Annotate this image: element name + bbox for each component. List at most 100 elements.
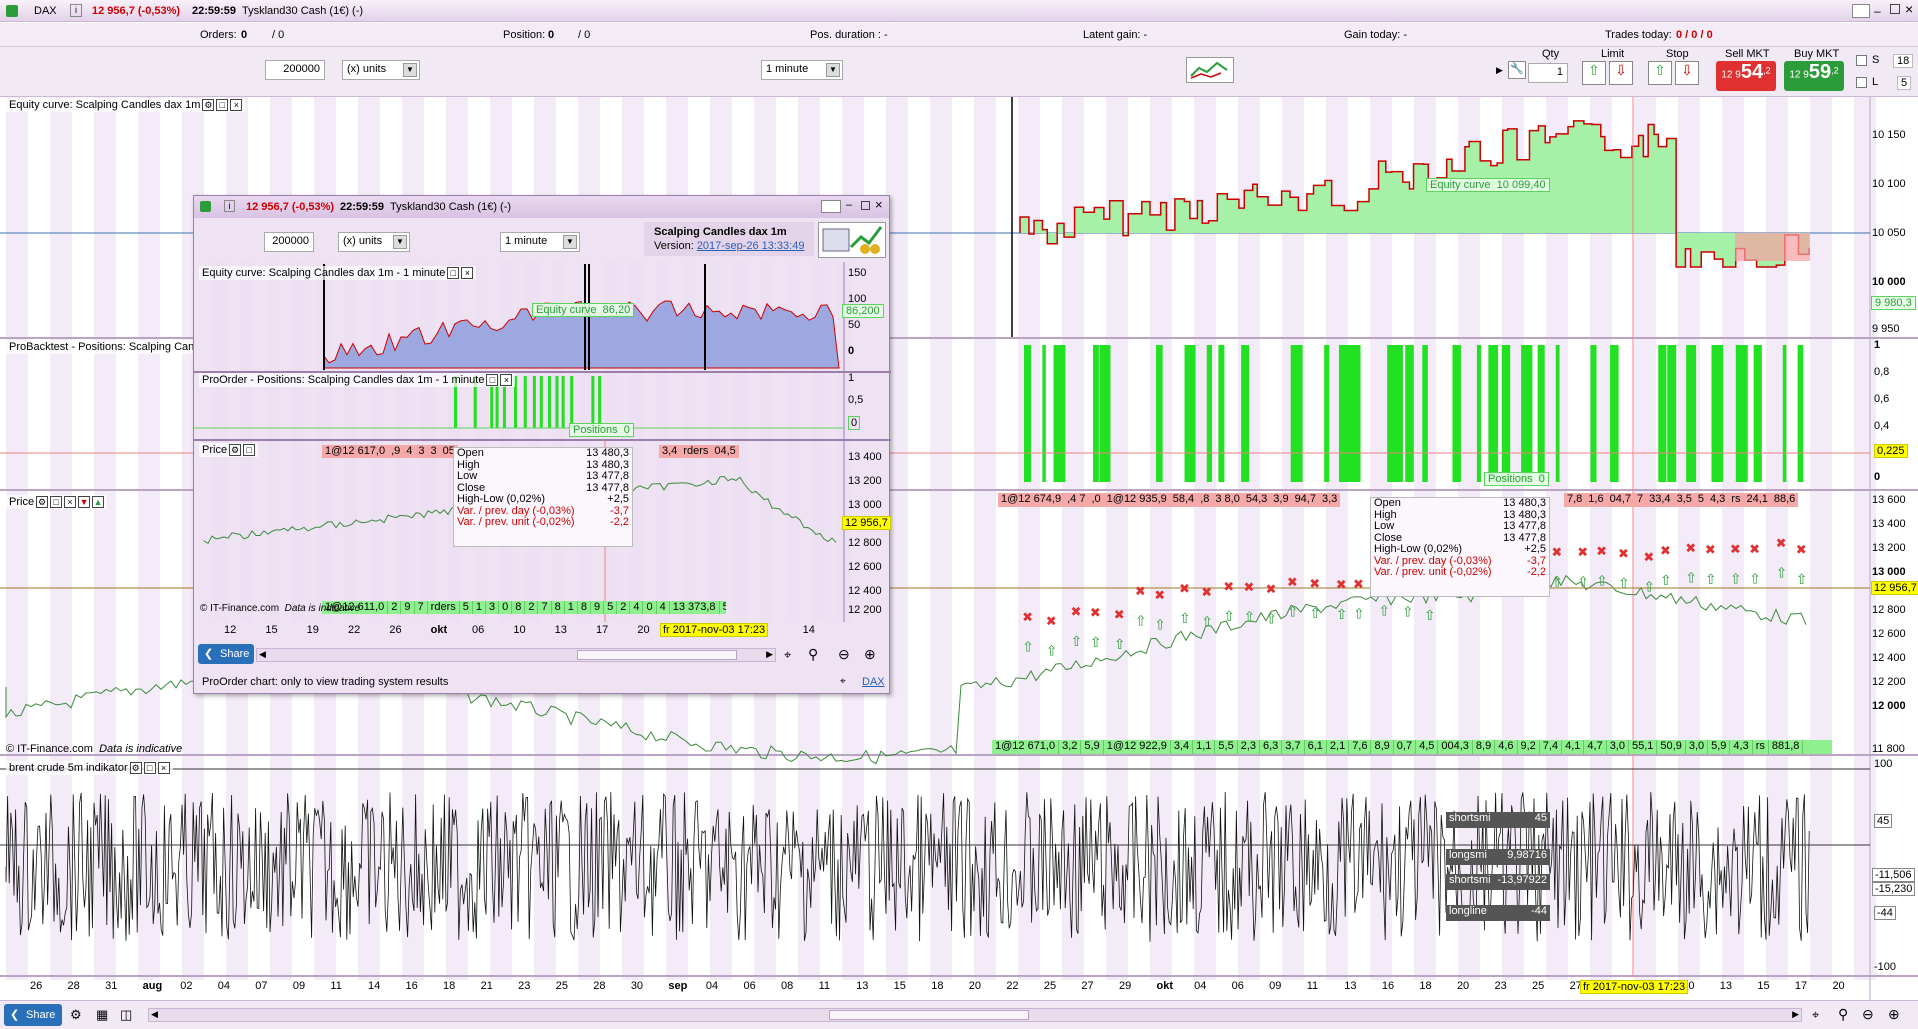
minimize-icon[interactable]: –	[1874, 4, 1881, 18]
settings-icon[interactable]: ⚙	[70, 1007, 82, 1023]
close-icon[interactable]: ×	[157, 762, 170, 775]
info-icon[interactable]: i	[224, 200, 235, 212]
sell-cross-icon: ✖	[1071, 605, 1082, 620]
popup-scrollbar[interactable]: ◀ ▶	[256, 648, 776, 662]
scroll-left-icon[interactable]: ◀	[151, 1009, 158, 1020]
share-icon: ❮	[10, 1009, 20, 1021]
horizontal-scrollbar[interactable]: ◀ ▶	[148, 1008, 1802, 1022]
x-tick: 16	[405, 980, 418, 992]
close-icon[interactable]: ×	[64, 496, 77, 509]
timeframe-select[interactable]: 1 minute ▼	[761, 60, 843, 80]
y-tick: 12 200	[1872, 676, 1906, 688]
wrench-icon[interactable]: ⚙	[229, 444, 242, 457]
zoom-fit-icon[interactable]: ⚲	[808, 646, 818, 663]
keyboard-icon[interactable]	[821, 200, 841, 213]
sell-market-button[interactable]: 12 954,2	[1716, 61, 1776, 91]
units-input[interactable]: 200000	[265, 60, 325, 80]
units-select[interactable]: (x) units ▼	[342, 60, 420, 80]
buy-arrow-icon: ⇧	[1796, 572, 1808, 588]
order-label: 4	[406, 445, 413, 457]
arrow-up-icon[interactable]: ▲	[92, 496, 105, 509]
s-checkbox[interactable]	[1856, 55, 1867, 66]
chart-tool-icon[interactable]: ⌖	[1812, 1007, 1819, 1023]
l-checkbox[interactable]	[1856, 77, 1867, 88]
y-tick: 9 950	[1872, 323, 1900, 335]
x-tick: 14	[367, 980, 381, 992]
sell-cross-icon: ✖	[1201, 586, 1212, 601]
scroll-thumb[interactable]	[829, 1010, 1029, 1020]
scroll-left-icon[interactable]: ◀	[259, 649, 266, 660]
window-icon[interactable]: □	[243, 444, 256, 457]
window-icon[interactable]: □	[216, 99, 229, 112]
popup-equity-title: Equity curve: Scalping Candles dax 1m - …	[199, 266, 477, 281]
scroll-thumb[interactable]	[577, 650, 737, 660]
order-label: 7,4	[1540, 740, 1563, 754]
wrench-icon[interactable]: ⚙	[202, 99, 215, 112]
info-icon[interactable]: i	[70, 4, 82, 17]
position-bar	[598, 376, 602, 428]
scroll-right-icon[interactable]: ▶	[1792, 1009, 1799, 1020]
zoom-out-icon[interactable]: ⊖	[1862, 1006, 1874, 1023]
stop-buy-button[interactable]: ⇧	[1648, 61, 1672, 85]
close-icon[interactable]: ×	[230, 99, 243, 112]
close-icon[interactable]: ×	[875, 197, 883, 212]
stop-sell-button[interactable]: ⇩	[1675, 61, 1699, 85]
window-icon[interactable]: □	[486, 374, 499, 387]
chart-type-button[interactable]	[1186, 57, 1234, 83]
wrench-icon[interactable]: ⚙	[36, 496, 49, 509]
equity-yaxis: 10 150 10 100 10 050 10 000 9 950	[1872, 97, 1918, 337]
x-tick: 15	[265, 624, 278, 636]
zoom-fit-icon[interactable]: ⚲	[1838, 1006, 1848, 1023]
buy-arrow-icon: ⇧	[1749, 572, 1761, 588]
popup-timeframe-select[interactable]: 1 minute ▼	[500, 232, 580, 252]
order-label: 94,7	[1294, 493, 1316, 505]
limit-sell-button[interactable]: ⇩	[1609, 61, 1633, 85]
window-icon[interactable]: □	[50, 496, 63, 509]
system-report-icon[interactable]	[818, 222, 886, 258]
system-info: Scalping Candles dax 1m Version: 2017-se…	[644, 222, 814, 256]
dax-link[interactable]: DAX	[862, 676, 885, 688]
version-link[interactable]: 2017-sep-26 13:33:49	[697, 240, 805, 252]
y-tick: 45	[1874, 814, 1893, 828]
buy-market-button[interactable]: 12 959,2	[1784, 61, 1844, 91]
popup-units-select[interactable]: (x) units ▼	[338, 232, 410, 252]
indicator-value-box: longsmi 9,98716	[1446, 849, 1550, 865]
dax-link-icon[interactable]: ⌖	[840, 676, 846, 687]
close-icon[interactable]: ×	[500, 374, 513, 387]
x-tick: 08	[781, 980, 794, 992]
arrow-down-icon[interactable]: ▼	[78, 496, 91, 509]
grid-icon[interactable]: ▦	[96, 1007, 108, 1023]
scroll-right-icon[interactable]: ▶	[766, 649, 773, 660]
popup-share-button[interactable]: ❮ Share	[198, 644, 254, 664]
minimize-icon[interactable]: –	[846, 199, 852, 211]
zoom-in-icon[interactable]: ⊕	[864, 646, 876, 663]
popup-units-input[interactable]: 200000	[264, 232, 314, 252]
collapse-icon[interactable]: ▶	[1496, 65, 1503, 76]
equity-title-text: Equity curve: Scalping Candles dax 1m	[9, 99, 201, 111]
chart-tool-icon[interactable]: ⌖	[784, 647, 791, 663]
maximize-icon[interactable]	[1890, 4, 1900, 14]
limit-buy-button[interactable]: ⇧	[1582, 61, 1606, 85]
buy-arrow-icon: ⇧	[1135, 613, 1147, 629]
window-icon[interactable]: □	[447, 267, 460, 280]
qty-input[interactable]: 1	[1528, 63, 1568, 83]
probacktest-title-text: ProBacktest - Positions: Scalping Cand	[9, 341, 201, 353]
popup-window[interactable]: i 12 956,7 (-0,53%) 22:59:59 Tyskland30 …	[193, 195, 891, 694]
order-label: 5	[720, 601, 726, 614]
close-icon[interactable]: ×	[461, 267, 474, 280]
order-label: rs	[1753, 740, 1769, 754]
wrench-icon[interactable]: ⚙	[129, 762, 142, 775]
close-icon[interactable]: ×	[1905, 1, 1913, 17]
background-stripe	[734, 262, 747, 622]
share-button[interactable]: ❮ Share	[4, 1004, 62, 1026]
wrench-icon[interactable]: 🔧	[1508, 61, 1526, 79]
order-label: 4	[657, 601, 670, 614]
maximize-icon[interactable]	[861, 201, 870, 210]
zoom-out-icon[interactable]: ⊖	[838, 646, 850, 663]
order-label: 33,4	[1649, 493, 1671, 505]
window-icon[interactable]: □	[143, 762, 156, 775]
menu-icon[interactable]	[1852, 4, 1870, 18]
layout-icon[interactable]: ◫	[120, 1007, 132, 1023]
y-tick: 10 050	[1872, 227, 1906, 239]
zoom-in-icon[interactable]: ⊕	[1888, 1006, 1900, 1023]
